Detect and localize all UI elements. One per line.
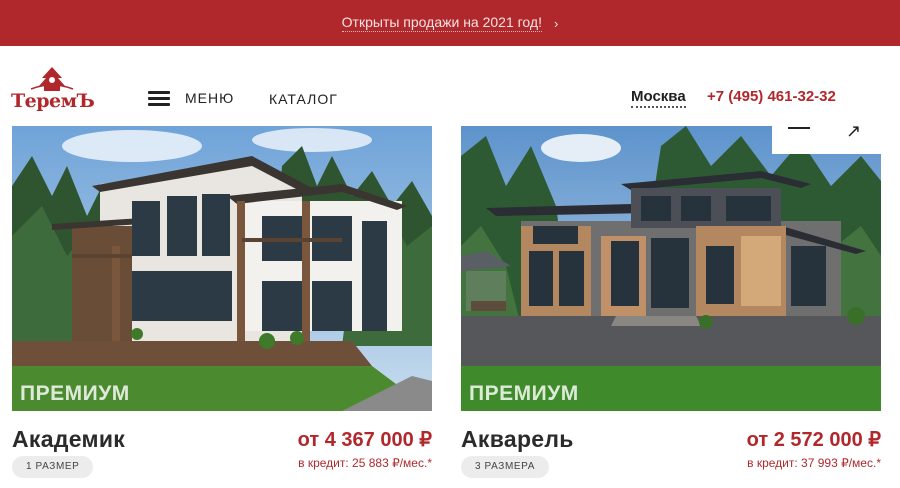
promo-banner[interactable]: Открыты продажи на 2021 год! › xyxy=(0,0,900,46)
house-card[interactable]: ПРЕМИУМ Академик от 4 367 000 ₽ 1 РАЗМЕР… xyxy=(12,126,432,488)
hamburger-icon xyxy=(148,90,170,106)
phone-link[interactable]: +7 (495) 461-32-32 xyxy=(707,88,836,105)
chevron-right-icon: › xyxy=(553,15,559,31)
logo-tower-icon xyxy=(30,67,74,91)
catalog-link[interactable]: КАТАЛОГ xyxy=(269,91,338,107)
credit-price: в кредит: 25 883 ₽/мес.* xyxy=(298,456,432,470)
house-price: от 2 572 000 ₽ xyxy=(746,429,881,451)
size-badge[interactable]: 1 РАЗМЕР xyxy=(12,456,94,478)
menu-button[interactable]: МЕНЮ xyxy=(148,90,234,106)
city-selector[interactable]: Москва xyxy=(631,88,686,108)
house-name[interactable]: Акварель xyxy=(461,426,574,453)
house-photo[interactable]: ПРЕМИУМ xyxy=(12,126,432,411)
house-image-akvarel xyxy=(461,126,881,411)
tier-label: ПРЕМИУМ xyxy=(469,382,579,405)
house-price: от 4 367 000 ₽ xyxy=(297,429,432,451)
logo[interactable]: ТеремЪ xyxy=(11,66,95,114)
tier-label: ПРЕМИУМ xyxy=(20,382,130,405)
house-name[interactable]: Академик xyxy=(12,426,125,453)
logo-wordmark: ТеремЪ xyxy=(11,90,95,112)
credit-price: в кредит: 37 993 ₽/мес.* xyxy=(747,456,881,470)
slider-nav: ↗ xyxy=(772,110,882,154)
size-badge[interactable]: 3 РАЗМЕРА xyxy=(461,456,550,478)
arrow-left-icon[interactable] xyxy=(788,124,810,140)
site-header: ТеремЪ МЕНЮ КАТАЛОГ Москва +7 (495) 461-… xyxy=(0,46,900,126)
house-card[interactable]: ПРЕМИУМ Акварель от 2 572 000 ₽ 3 РАЗМЕР… xyxy=(461,126,881,488)
promo-link[interactable]: Открыты продажи на 2021 год! xyxy=(341,14,542,32)
house-image-akademik xyxy=(12,126,432,411)
house-photo[interactable]: ПРЕМИУМ xyxy=(461,126,881,411)
menu-label: МЕНЮ xyxy=(185,90,235,106)
arrow-right-icon[interactable]: ↗ xyxy=(846,120,864,142)
